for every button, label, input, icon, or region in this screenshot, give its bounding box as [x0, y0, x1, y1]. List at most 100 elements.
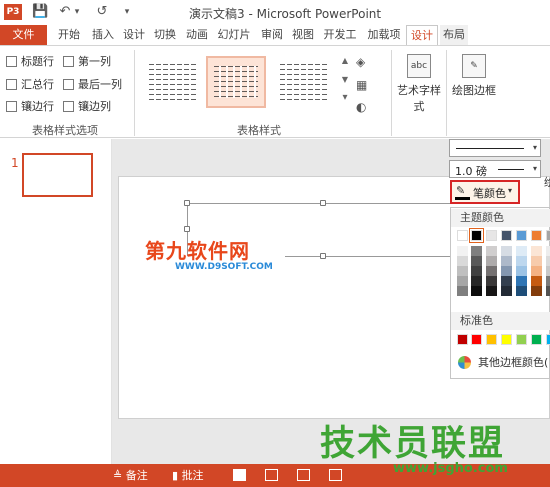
standard-color-swatch[interactable]: [471, 334, 482, 345]
tab-insert[interactable]: 插入: [88, 25, 118, 45]
checkbox-box[interactable]: [6, 79, 17, 90]
undo-icon[interactable]: ↶: [58, 3, 72, 21]
checkbox-box[interactable]: [6, 101, 17, 112]
table-frame-bottom-edge[interactable]: [285, 256, 450, 257]
ribbon-tabs: 文件 开始 插入 设计 切换 动画 幻灯片 审阅 视图 开发工 加载项 设计 布…: [0, 25, 550, 45]
checkbox-header-row[interactable]: 标题行: [6, 54, 54, 70]
theme-color-swatch[interactable]: [486, 230, 497, 241]
checkbox-box[interactable]: [63, 56, 74, 67]
customize-qat-icon[interactable]: ▾: [120, 3, 134, 21]
watermark-d9soft-url: WWW.D9SOFT.COM: [175, 262, 273, 272]
theme-shade-column[interactable]: [501, 246, 512, 296]
resize-handle[interactable]: [320, 200, 326, 206]
checkbox-box[interactable]: [6, 56, 17, 67]
tab-table-layout[interactable]: 布局: [440, 25, 468, 45]
comments-icon: ▮: [172, 469, 179, 482]
tab-transitions[interactable]: 切换: [150, 25, 180, 45]
draw-borders-label: 绘图边框: [452, 84, 496, 97]
draw-borders-button[interactable]: ✎ 绘图边框: [450, 54, 498, 98]
notes-label: 备注: [125, 469, 148, 482]
notes-button[interactable]: ≜ 备注: [113, 464, 148, 487]
resize-handle[interactable]: [184, 226, 190, 232]
wordart-styles-button[interactable]: abc 艺术字样式: [394, 54, 444, 114]
pen-color-button[interactable]: ✎ 笔颜色 ▾: [450, 180, 520, 204]
comments-label: 批注: [181, 469, 204, 482]
theme-color-swatch-selected[interactable]: [469, 228, 484, 243]
resize-handle[interactable]: [320, 253, 326, 259]
comments-button[interactable]: ▮ 批注: [172, 464, 204, 487]
reading-view-icon[interactable]: [297, 469, 310, 481]
window-title: 演示文稿3 - Microsoft PowerPoint: [189, 7, 382, 21]
pen-style-line: [456, 148, 524, 149]
pen-style-dropdown[interactable]: ▾: [449, 139, 541, 157]
checkbox-first-column[interactable]: 第一列: [63, 54, 111, 70]
shading-icon[interactable]: ◈: [356, 53, 365, 71]
scroll-down-icon[interactable]: ▼: [340, 75, 350, 84]
tab-developer[interactable]: 开发工: [320, 25, 360, 45]
chevron-down-icon: ▾: [532, 164, 537, 173]
tab-file[interactable]: 文件: [0, 25, 47, 45]
checkbox-label: 汇总行: [21, 78, 54, 91]
standard-color-swatch[interactable]: [546, 334, 550, 345]
more-border-colors-item[interactable]: 其他边框颜色(: [451, 352, 550, 374]
theme-color-swatch[interactable]: [546, 230, 550, 241]
checkbox-label: 第一列: [78, 55, 111, 68]
checkbox-last-column[interactable]: 最后一列: [63, 77, 122, 93]
theme-shade-column[interactable]: [457, 246, 468, 296]
theme-color-swatch[interactable]: [516, 230, 527, 241]
table-style-thumbnail-selected[interactable]: [206, 56, 266, 108]
theme-shade-column[interactable]: [546, 246, 550, 296]
slide-thumbnail[interactable]: [22, 153, 93, 197]
slideshow-view-icon[interactable]: [329, 469, 342, 481]
palette-icon: [458, 356, 471, 369]
checkbox-banded-rows[interactable]: 镶边行: [6, 99, 54, 115]
tab-table-design[interactable]: 设计: [406, 25, 438, 45]
watermark-d9soft: 第九软件网: [145, 235, 250, 264]
tab-addins[interactable]: 加载项: [364, 25, 404, 45]
checkbox-label: 最后一列: [78, 78, 122, 91]
effects-icon[interactable]: ◐: [356, 98, 366, 116]
tab-animations[interactable]: 动画: [183, 25, 211, 45]
checkbox-box[interactable]: [63, 101, 74, 112]
theme-shade-column[interactable]: [516, 246, 527, 296]
table-style-lines: [280, 64, 328, 100]
resize-handle[interactable]: [184, 200, 190, 206]
group-label-table-styles: 表格样式: [237, 124, 281, 137]
draw-table-label-fragment: 绘: [544, 176, 550, 189]
table-style-thumbnail[interactable]: [143, 56, 203, 108]
checkbox-banded-columns[interactable]: 镶边列: [63, 99, 111, 115]
undo-dropdown-icon[interactable]: ▾: [72, 3, 82, 21]
border-icon[interactable]: ▦: [356, 76, 367, 94]
save-icon[interactable]: 💾: [32, 3, 48, 21]
chevron-down-icon: ▾: [508, 186, 513, 195]
slide-sorter-view-icon[interactable]: [265, 469, 278, 481]
theme-color-swatch[interactable]: [501, 230, 512, 241]
theme-shade-column[interactable]: [531, 246, 542, 296]
checkbox-box[interactable]: [63, 79, 74, 90]
table-style-thumbnail[interactable]: [274, 56, 334, 108]
scroll-up-icon[interactable]: ▲: [340, 56, 350, 65]
theme-color-swatch[interactable]: [531, 230, 542, 241]
pen-weight-dropdown[interactable]: 1.0 磅 ▾: [449, 160, 541, 178]
tab-view[interactable]: 视图: [289, 25, 317, 45]
tab-slideshow[interactable]: 幻灯片: [213, 25, 255, 45]
theme-color-swatch[interactable]: [457, 230, 468, 241]
gallery-scroll[interactable]: ▲ ▼ ▾: [340, 56, 350, 108]
theme-shade-column[interactable]: [471, 246, 482, 296]
standard-color-swatch[interactable]: [531, 334, 542, 345]
standard-color-swatch[interactable]: [457, 334, 468, 345]
wordart-icon: abc: [407, 54, 431, 78]
standard-color-swatch[interactable]: [516, 334, 527, 345]
pen-icon: ✎: [456, 184, 466, 197]
tab-home[interactable]: 开始: [54, 25, 84, 45]
draw-borders-icon: ✎: [462, 54, 486, 78]
normal-view-icon[interactable]: [233, 469, 246, 481]
tab-review[interactable]: 审阅: [258, 25, 286, 45]
gallery-more-icon[interactable]: ▾: [340, 92, 350, 103]
standard-color-swatch[interactable]: [486, 334, 497, 345]
theme-shade-column[interactable]: [486, 246, 497, 296]
checkbox-total-row[interactable]: 汇总行: [6, 77, 54, 93]
standard-color-swatch[interactable]: [501, 334, 512, 345]
redo-icon[interactable]: ↺: [94, 3, 110, 21]
tab-design[interactable]: 设计: [120, 25, 148, 45]
